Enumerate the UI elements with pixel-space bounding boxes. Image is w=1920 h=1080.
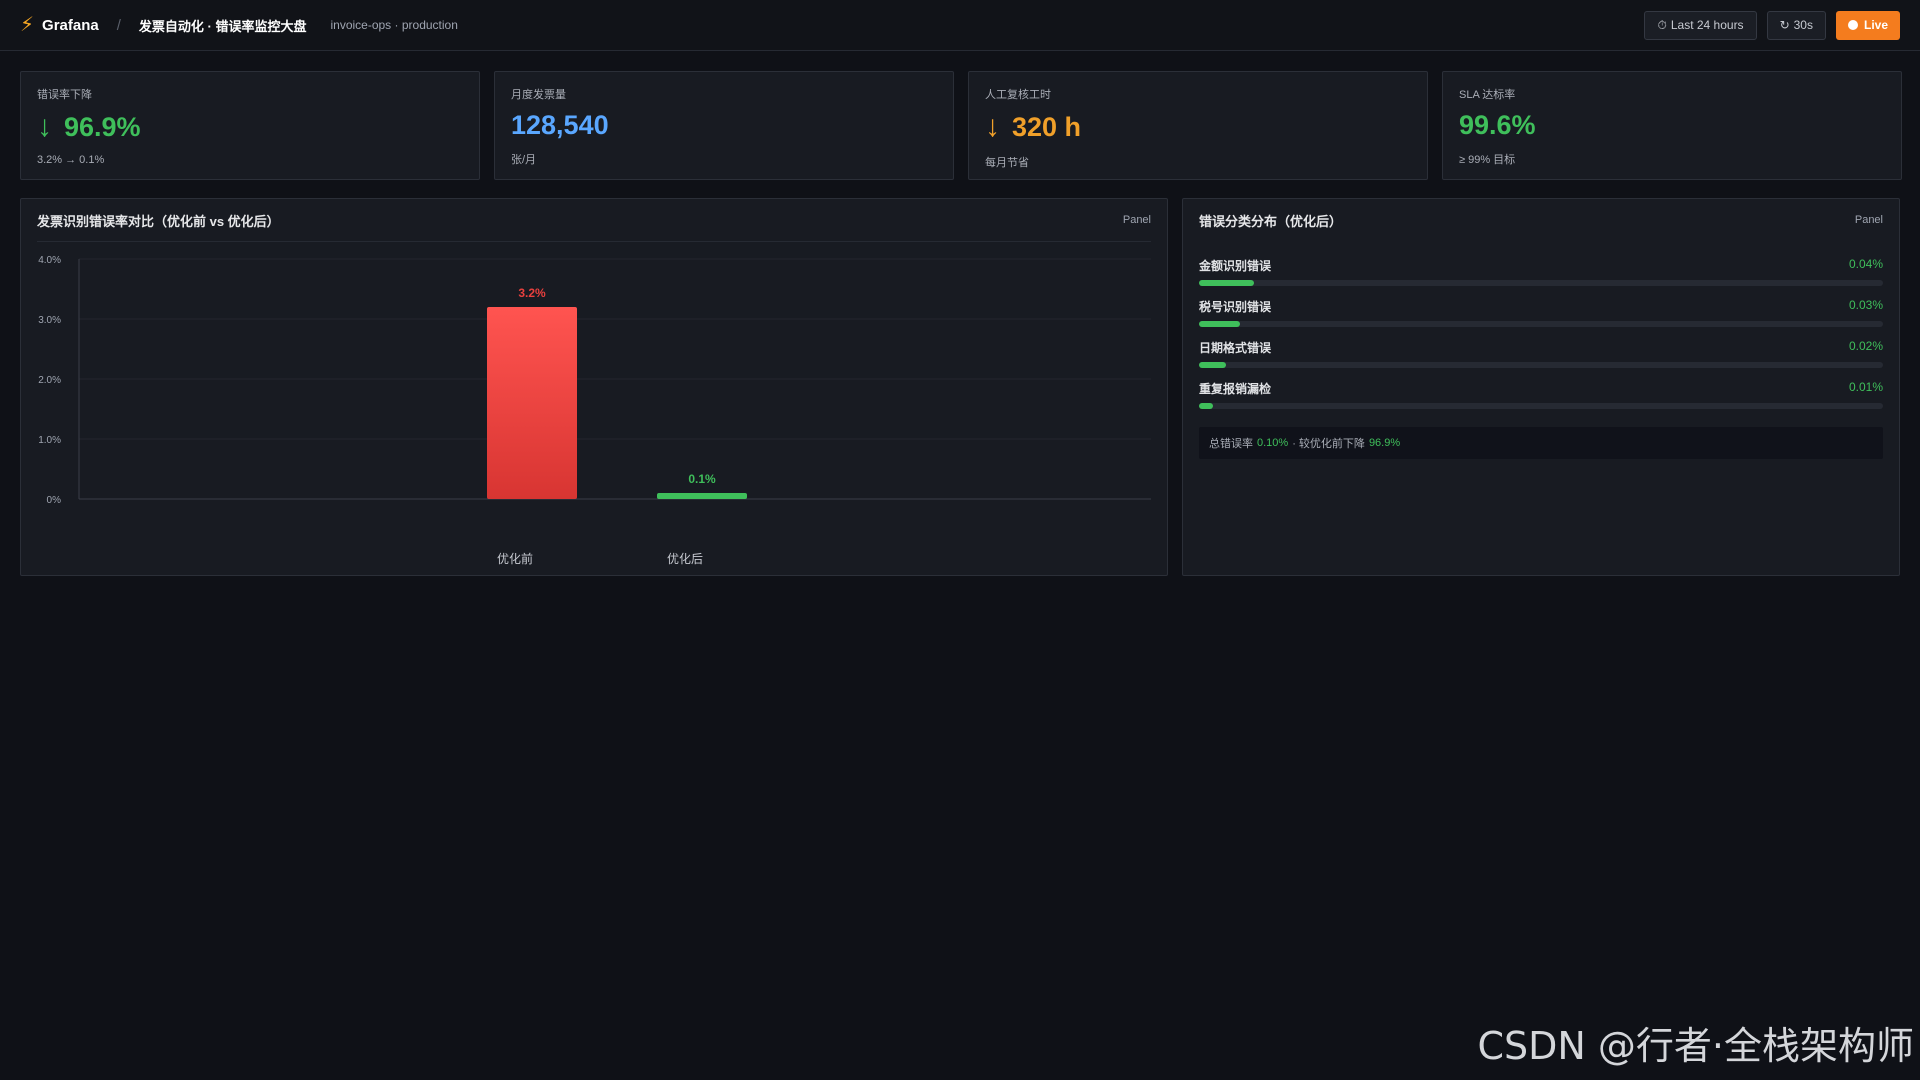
bar-chart: 4.0% 3.0% 2.0% 1.0% 0% 3.2% 优化前 0.1% 优化后 xyxy=(37,241,1151,566)
breakdown-item: 日期格式错误 0.02% xyxy=(1199,339,1883,368)
breakdown-fill xyxy=(1199,321,1241,327)
stat-sub: ≥ 99% 目标 xyxy=(1459,154,1516,166)
panel-title: 发票识别错误率对比（优化前 vs 优化后） xyxy=(37,213,280,229)
breakdown-item-value: 0.03% xyxy=(1848,298,1883,312)
breakdown-track xyxy=(1199,403,1883,409)
breakdown-item: 税号识别错误 0.03% xyxy=(1199,298,1883,327)
summary-drop: 96.9% xyxy=(1368,437,1401,449)
panel-header: 发票识别错误率对比（优化前 vs 优化后） Panel xyxy=(21,199,1167,241)
breakdown-summary: 总错误率 0.10% · 较优化前下降 96.9% xyxy=(1199,427,1883,459)
bar xyxy=(487,307,577,499)
refresh-interval-button[interactable]: ↻ 30s xyxy=(1766,10,1826,40)
y-tick-label: 2.0% xyxy=(38,375,61,386)
breakdown-track xyxy=(1199,280,1883,286)
panel-menu[interactable]: Panel xyxy=(1123,214,1151,226)
stat-panel-monthly-volume[interactable]: 月度发票量 128,540 张/月 xyxy=(494,71,954,180)
stat-value-row: ↓ 320 h xyxy=(985,112,1411,142)
stat-panel-review-hours[interactable]: 人工复核工时 ↓ 320 h 每月节省 xyxy=(968,71,1428,180)
summary-prefix: 总错误率 xyxy=(1209,438,1253,450)
stat-label: 月度发票量 xyxy=(511,89,566,101)
dashboard-title[interactable]: 发票自动化 · 错误率监控大盘 xyxy=(139,16,307,35)
error-rate-chart-panel[interactable]: 发票识别错误率对比（优化前 vs 优化后） Panel 4.0% 3.0% 2.0%… xyxy=(20,198,1168,576)
toolbar: ⏱ Last 24 hours ↻ 30s Live xyxy=(1644,10,1900,40)
stat-label: 错误率下降 xyxy=(37,89,92,101)
stat-value: 320 h xyxy=(1012,111,1082,142)
live-label: Live xyxy=(1863,18,1888,32)
breakdown-item-value: 0.04% xyxy=(1848,257,1883,271)
watermark: CSDN @行者·全栈架构师 xyxy=(1477,1024,1915,1068)
live-button[interactable]: Live xyxy=(1835,10,1900,40)
grafana-logo-icon: ⚡ xyxy=(20,14,35,36)
stat-sub: 每月节省 xyxy=(985,157,1029,169)
panel-menu[interactable]: Panel xyxy=(1855,214,1883,226)
breakdown-track xyxy=(1199,362,1883,368)
breakdown-item-value: 0.01% xyxy=(1848,380,1883,394)
time-range-button[interactable]: ⏱ Last 24 hours xyxy=(1644,10,1757,40)
breakdown-item-name: 金额识别错误 xyxy=(1199,259,1272,273)
y-tick-label: 3.0% xyxy=(38,315,61,326)
stat-value: 99.6% xyxy=(1459,110,1536,140)
stat-sub: 3.2% → 0.1% xyxy=(37,154,105,166)
bar xyxy=(657,493,747,499)
arrow-down-icon: ↓ xyxy=(985,110,1000,143)
refresh-interval-label: 30s xyxy=(1793,18,1813,32)
brand-name: Grafana xyxy=(42,16,99,34)
x-tick-label: 优化后 xyxy=(667,552,703,566)
breakdown-item-name: 税号识别错误 xyxy=(1199,300,1272,314)
bar-value-label: 3.2% xyxy=(518,286,546,300)
y-tick-label: 1.0% xyxy=(38,435,61,446)
panel-header: 错误分类分布（优化后） Panel xyxy=(1183,199,1899,241)
breakdown-fill xyxy=(1199,403,1213,409)
live-dot-icon xyxy=(1847,20,1858,30)
clock-icon: ⏱ xyxy=(1657,17,1667,32)
environment-label: invoice-ops · production xyxy=(330,18,458,32)
y-tick-label: 4.0% xyxy=(38,255,61,266)
breakdown-fill xyxy=(1199,280,1254,286)
breakdown-item-name: 日期格式错误 xyxy=(1199,341,1272,355)
panel-title: 错误分类分布（优化后） xyxy=(1199,213,1343,229)
stat-value: 128,540 xyxy=(511,110,609,140)
x-tick-label: 优化前 xyxy=(497,551,533,566)
arrow-down-icon: ↓ xyxy=(37,110,52,143)
summary-total: 0.10% xyxy=(1257,437,1289,449)
breadcrumb-separator: / xyxy=(116,16,121,34)
breakdown-fill xyxy=(1199,362,1227,368)
breakdown-item-name: 重复报销漏检 xyxy=(1199,382,1272,396)
breakdown-item: 重复报销漏检 0.01% xyxy=(1199,380,1883,409)
breakdown-item: 金额识别错误 0.04% xyxy=(1199,257,1883,286)
stat-value-row: 128,540 xyxy=(511,112,937,139)
stat-sub: 张/月 xyxy=(511,154,537,166)
summary-mid: · 较优化前下降 xyxy=(1292,438,1365,450)
time-range-label: Last 24 hours xyxy=(1670,18,1744,32)
stat-value: 96.9% xyxy=(64,111,141,142)
error-breakdown-panel[interactable]: 错误分类分布（优化后） Panel 金额识别错误 0.04% 税号识别错误 0.… xyxy=(1182,198,1900,576)
stat-panel-sla[interactable]: SLA 达标率 99.6% ≥ 99% 目标 xyxy=(1442,71,1902,180)
brand[interactable]: ⚡ Grafana xyxy=(20,15,99,35)
breakdown-track xyxy=(1199,321,1883,327)
refresh-icon: ↻ xyxy=(1779,18,1790,32)
stat-panel-error-drop[interactable]: 错误率下降 ↓ 96.9% 3.2% → 0.1% xyxy=(20,71,480,180)
stat-label: SLA 达标率 xyxy=(1459,89,1516,101)
breakdown-item-value: 0.02% xyxy=(1848,339,1883,353)
top-bar: ⚡ Grafana / 发票自动化 · 错误率监控大盘 invoice-ops … xyxy=(0,0,1920,51)
stat-label: 人工复核工时 xyxy=(985,89,1051,101)
stat-value-row: ↓ 96.9% xyxy=(37,112,463,142)
bar-value-label: 0.1% xyxy=(688,472,716,486)
stat-value-row: 99.6% xyxy=(1459,112,1885,139)
y-tick-label: 0% xyxy=(47,495,62,506)
